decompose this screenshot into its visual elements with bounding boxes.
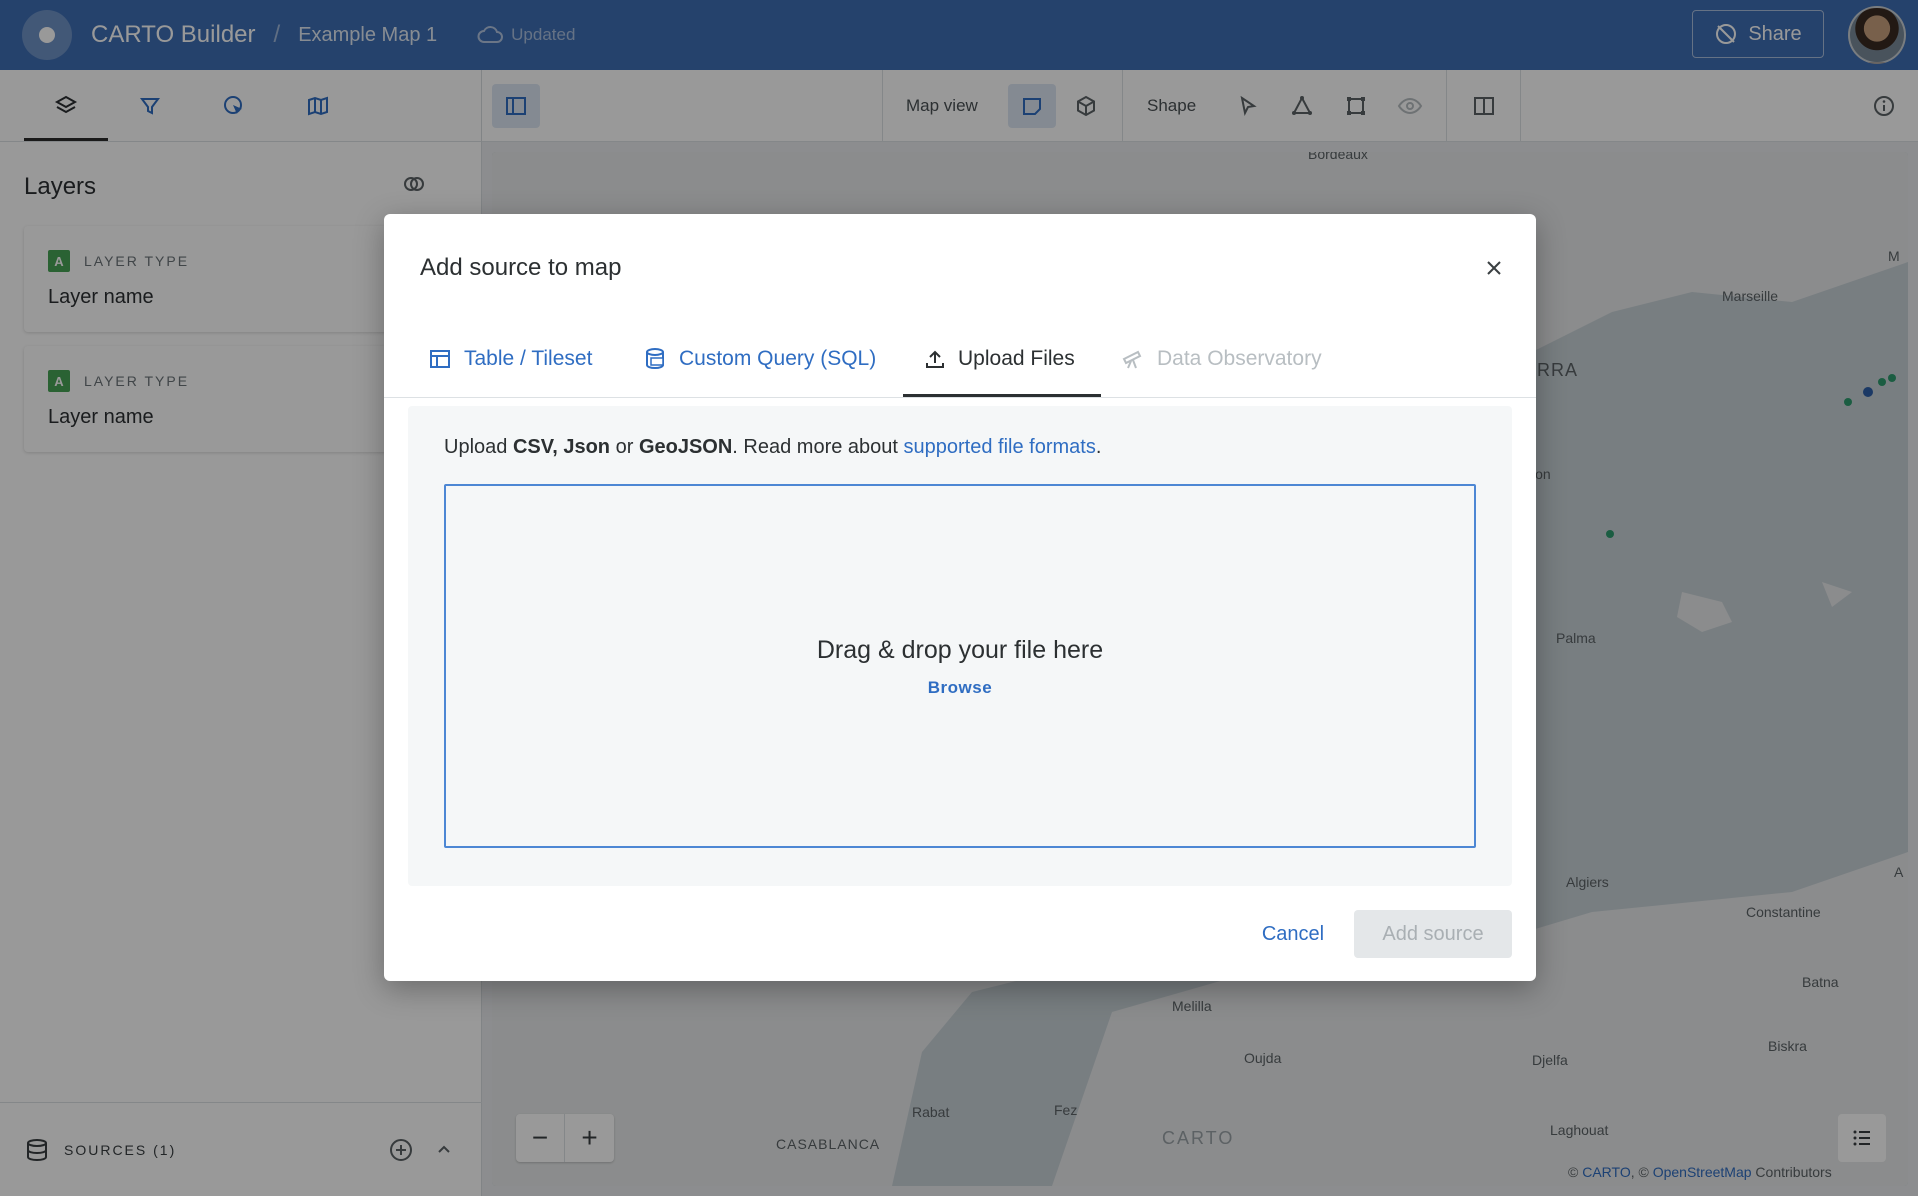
upload-panel: Upload CSV, Json or GeoJSON. Read more a… bbox=[408, 406, 1512, 886]
tab-upload-files[interactable]: Upload Files bbox=[924, 320, 1075, 398]
upload-icon bbox=[926, 350, 944, 368]
upload-text-readmore: . Read more about bbox=[732, 436, 904, 458]
add-source-dialog: Add source to map Table / Tileset Custom… bbox=[384, 214, 1536, 981]
upload-text-or: or bbox=[610, 436, 639, 458]
close-dialog-button[interactable] bbox=[1476, 250, 1512, 286]
active-tab-indicator bbox=[903, 394, 1101, 397]
format-csv-json: CSV, Json bbox=[512, 436, 611, 458]
add-source-button[interactable]: Add source bbox=[1354, 910, 1512, 958]
tab-label: Upload Files bbox=[958, 347, 1075, 370]
file-dropzone[interactable]: Drag & drop your file here Browse bbox=[444, 484, 1476, 848]
upload-text-suffix: . bbox=[1095, 436, 1102, 458]
telescope-icon bbox=[1122, 350, 1142, 369]
close-icon bbox=[1487, 261, 1501, 275]
sql-database-icon bbox=[646, 348, 664, 370]
format-geojson: GeoJSON bbox=[638, 436, 733, 458]
source-tabs: Table / Tileset Custom Query (SQL) Uploa… bbox=[384, 320, 1536, 398]
dialog-title: Add source to map bbox=[420, 254, 622, 281]
table-icon bbox=[430, 350, 450, 368]
tab-label: Custom Query (SQL) bbox=[679, 347, 877, 370]
tab-label: Data Observatory bbox=[1157, 347, 1322, 370]
supported-formats-link[interactable]: supported file formats bbox=[904, 436, 1096, 458]
tab-data-observatory[interactable]: Data Observatory bbox=[1121, 320, 1322, 398]
cancel-button[interactable]: Cancel bbox=[1230, 910, 1356, 958]
upload-text-prefix: Upload bbox=[444, 436, 513, 458]
tab-table-tileset[interactable]: Table / Tileset bbox=[428, 320, 592, 398]
tab-custom-query[interactable]: Custom Query (SQL) bbox=[643, 320, 876, 398]
browse-link[interactable]: Browse bbox=[446, 678, 1474, 698]
tab-label: Table / Tileset bbox=[464, 347, 593, 370]
upload-instructions: Upload CSV, Json or GeoJSON. Read more a… bbox=[444, 436, 1101, 459]
dropzone-title: Drag & drop your file here bbox=[816, 636, 1104, 664]
